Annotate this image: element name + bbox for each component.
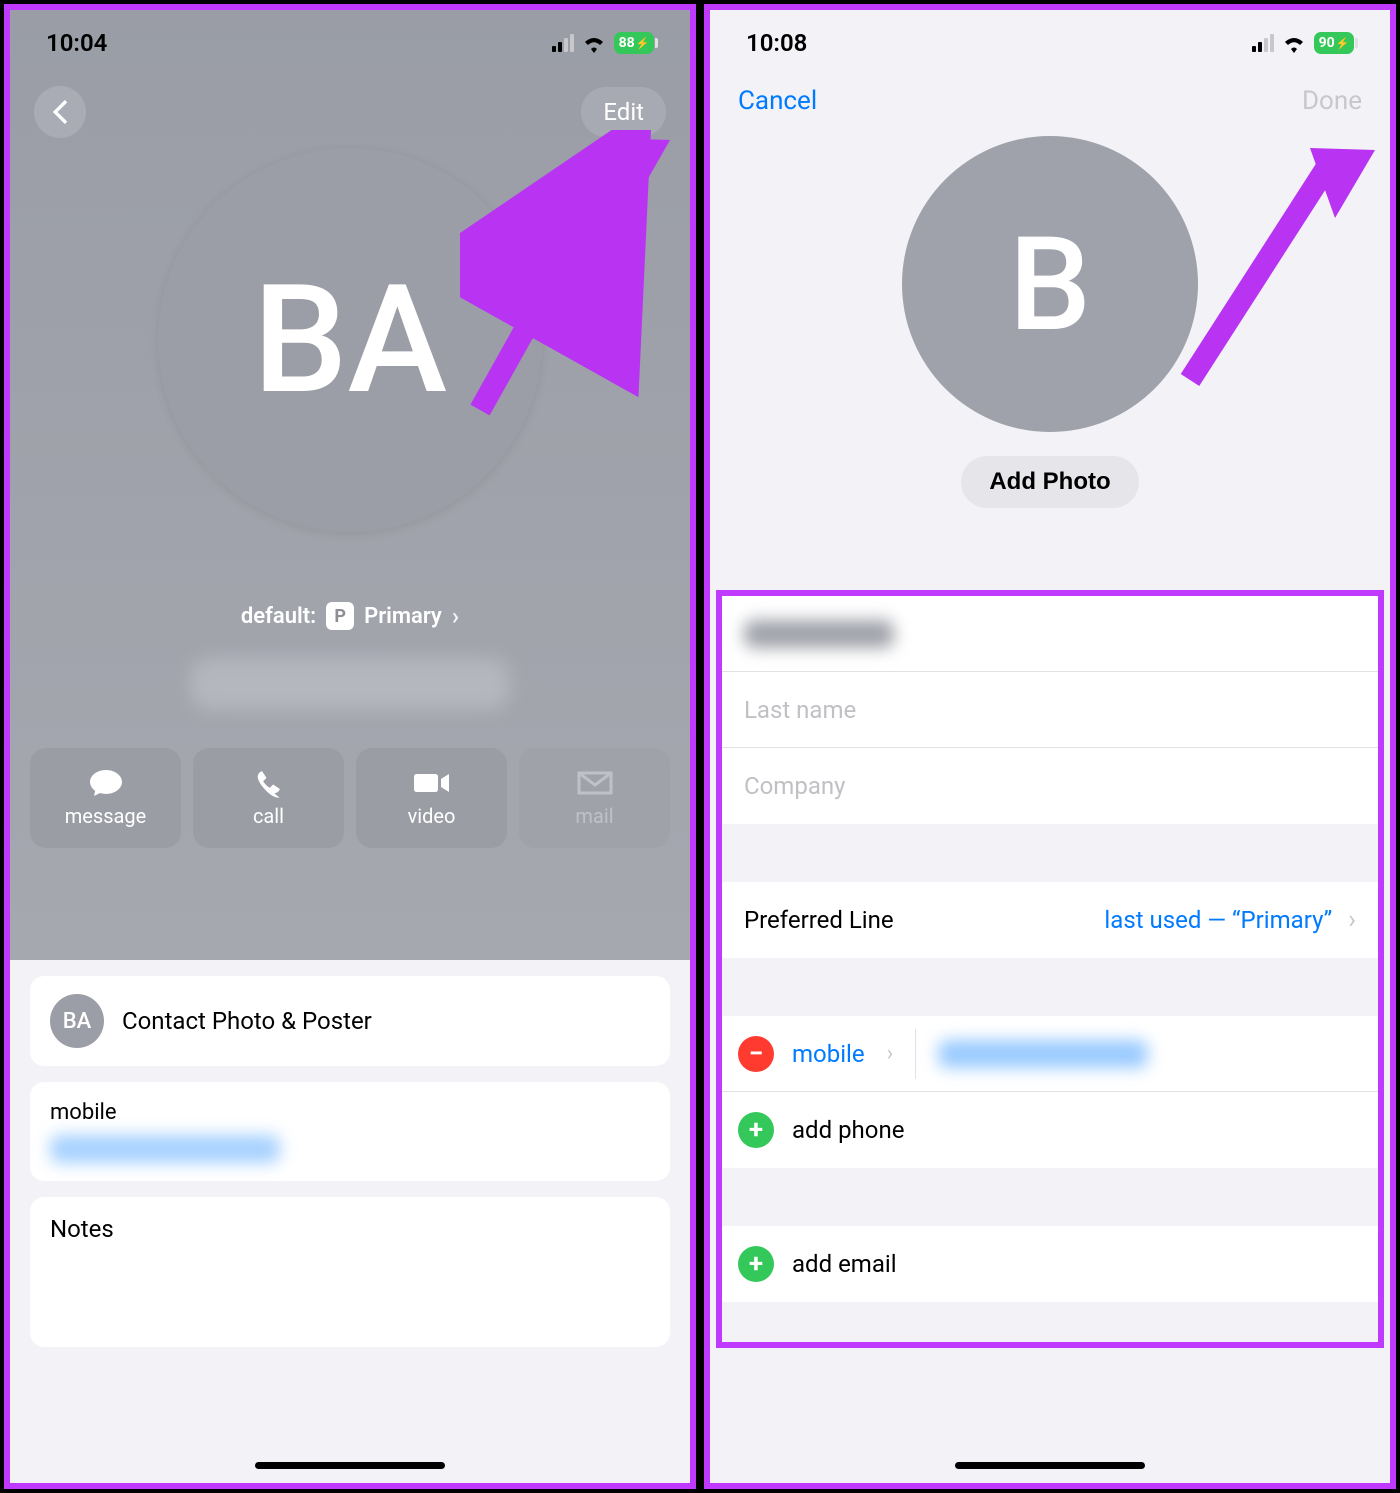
cancel-button[interactable]: Cancel <box>738 86 817 116</box>
chevron-right-icon: › <box>452 602 459 630</box>
notes-section[interactable]: Notes <box>30 1197 670 1347</box>
battery-icon: 90⚡ <box>1314 32 1354 54</box>
video-button[interactable]: video <box>356 748 507 848</box>
phone-number-blurred[interactable] <box>938 1040 1148 1068</box>
preferred-line-row[interactable]: Preferred Line last used — “Primary” › <box>722 882 1378 958</box>
status-time: 10:04 <box>46 29 107 57</box>
add-phone-row[interactable]: + add phone <box>722 1092 1378 1168</box>
chevron-right-icon: › <box>887 1041 894 1066</box>
add-phone-label: add phone <box>792 1116 904 1144</box>
first-name-blurred <box>744 620 894 648</box>
first-name-field[interactable] <box>722 596 1378 672</box>
message-icon <box>87 768 125 798</box>
contact-name-blurred <box>190 658 510 710</box>
status-bar: 10:08 90⚡ <box>710 10 1390 76</box>
signal-icon <box>1252 34 1274 52</box>
status-time: 10:08 <box>746 29 807 57</box>
edit-fields-highlight: Last name Company Preferred Line last us… <box>716 590 1384 1348</box>
mail-icon <box>576 768 614 798</box>
mail-button: mail <box>519 748 670 848</box>
wifi-icon <box>582 33 606 53</box>
preferred-line-value: last used — “Primary” <box>1104 906 1332 934</box>
signal-icon <box>552 34 574 52</box>
contact-avatar: BA <box>158 148 542 532</box>
remove-phone-button[interactable]: − <box>738 1036 774 1072</box>
mobile-phone-row[interactable]: mobile <box>30 1082 670 1181</box>
video-icon <box>413 768 451 798</box>
edit-button[interactable]: Edit <box>581 87 666 137</box>
default-value: Primary <box>364 604 442 629</box>
message-button[interactable]: message <box>30 748 181 848</box>
company-field[interactable]: Company <box>722 748 1378 824</box>
mobile-label: mobile <box>50 1100 650 1125</box>
wifi-icon <box>1282 33 1306 53</box>
default-line-row[interactable]: default: P Primary › <box>10 602 690 630</box>
add-photo-button[interactable]: Add Photo <box>961 456 1138 508</box>
last-name-field[interactable]: Last name <box>722 672 1378 748</box>
mini-avatar-icon: BA <box>50 994 104 1048</box>
status-icons: 90⚡ <box>1252 32 1354 54</box>
done-button[interactable]: Done <box>1302 86 1362 116</box>
add-icon[interactable]: + <box>738 1246 774 1282</box>
add-icon[interactable]: + <box>738 1112 774 1148</box>
photo-poster-label: Contact Photo & Poster <box>122 1007 372 1035</box>
phone-icon <box>250 768 288 798</box>
add-email-label: add email <box>792 1250 897 1278</box>
preferred-line-label: Preferred Line <box>744 906 894 934</box>
call-button[interactable]: call <box>193 748 344 848</box>
contact-avatar[interactable]: B <box>902 136 1198 432</box>
back-button[interactable] <box>34 86 86 138</box>
phone-type-label[interactable]: mobile <box>792 1040 865 1068</box>
home-indicator[interactable] <box>955 1462 1145 1469</box>
battery-icon: 88⚡ <box>614 32 654 54</box>
chevron-right-icon: › <box>1348 905 1356 935</box>
notes-label: Notes <box>50 1215 650 1243</box>
phone-row[interactable]: − mobile › <box>722 1016 1378 1092</box>
annotation-arrow-icon <box>1170 140 1390 400</box>
home-indicator[interactable] <box>255 1462 445 1469</box>
add-email-row[interactable]: + add email <box>722 1226 1378 1302</box>
status-bar: 10:04 88⚡ <box>10 10 690 76</box>
phone-number-blurred <box>50 1135 280 1163</box>
primary-badge-icon: P <box>326 602 354 630</box>
default-label: default: <box>241 604 316 629</box>
contact-photo-poster-row[interactable]: BA Contact Photo & Poster <box>30 976 670 1066</box>
status-icons: 88⚡ <box>552 32 654 54</box>
